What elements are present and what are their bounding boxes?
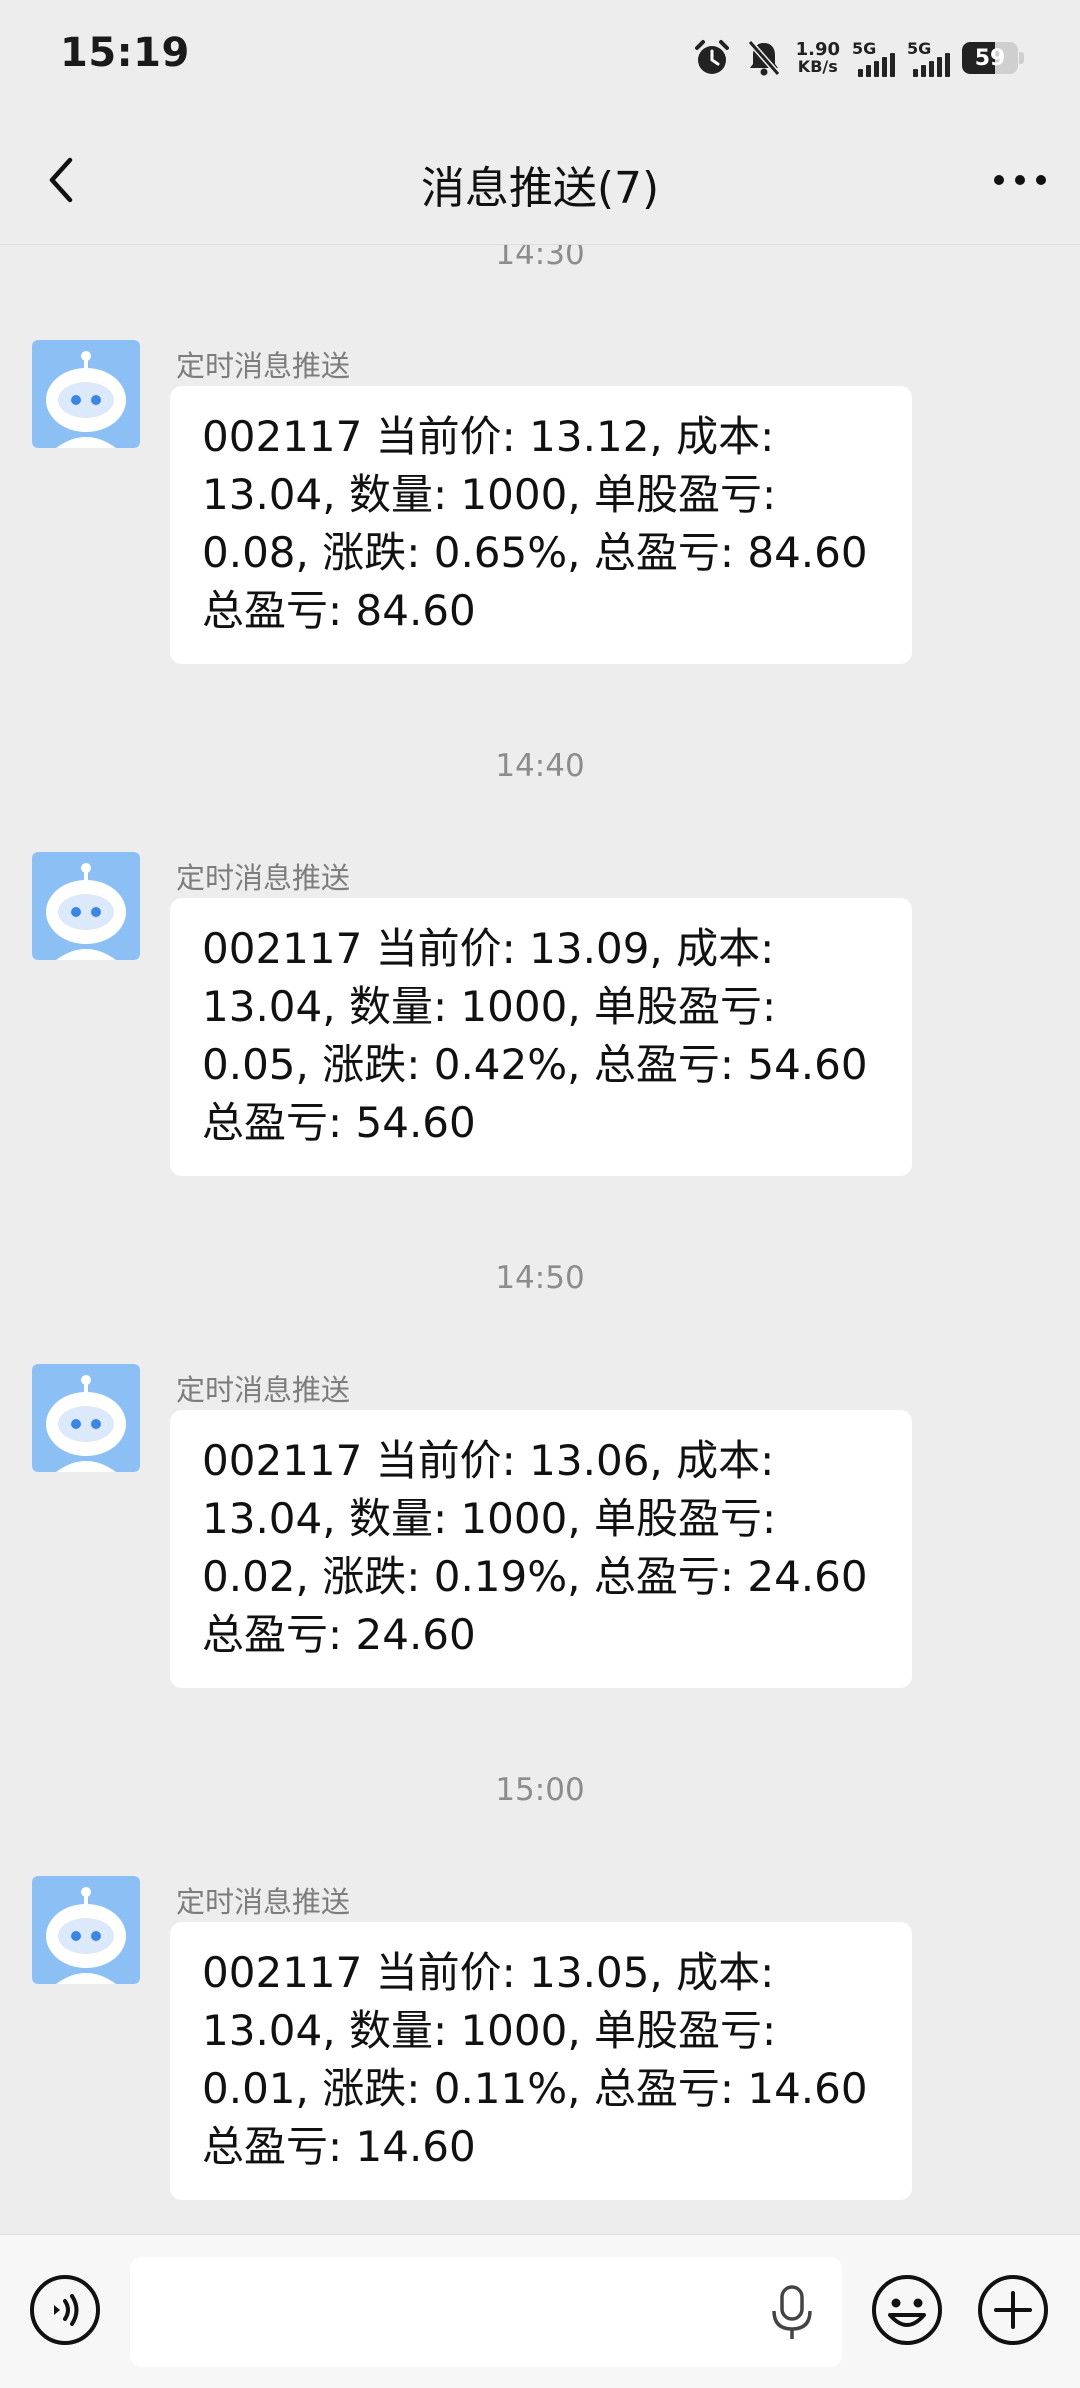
message-input[interactable] <box>130 2257 842 2367</box>
mic-icon[interactable] <box>770 2285 814 2341</box>
input-bar <box>0 2234 1080 2388</box>
sim2-label: 5G <box>907 39 932 58</box>
message-timestamp: 14:40 <box>495 748 585 784</box>
message-bubble[interactable]: 002117 当前价: 13.06, 成本: 13.04, 数量: 1000, … <box>170 1410 912 1688</box>
sender-name: 定时消息推送 <box>176 1885 351 1919</box>
bell-muted-icon <box>747 40 780 76</box>
message-bubble[interactable]: 002117 当前价: 13.12, 成本: 13.04, 数量: 1000, … <box>170 386 912 664</box>
message-list[interactable]: 14:30 定时消息推送 002117 当前价: 13.12, 成本: 13.0… <box>0 245 1080 2235</box>
status-time: 15:19 <box>60 30 190 76</box>
net-speed-unit: KB/s <box>797 57 838 76</box>
avatar[interactable] <box>32 1364 140 1472</box>
status-icons: 1.90 KB/s 5G 5G 59 <box>692 34 1024 82</box>
alarm-icon <box>694 40 729 74</box>
bot-avatar-icon <box>32 1876 140 1984</box>
emoji-button[interactable] <box>870 2273 944 2347</box>
message-bubble[interactable]: 002117 当前价: 13.05, 成本: 13.04, 数量: 1000, … <box>170 1922 912 2200</box>
voice-icon <box>30 2275 100 2345</box>
emoji-icon <box>872 2275 942 2345</box>
message-bubble[interactable]: 002117 当前价: 13.09, 成本: 13.04, 数量: 1000, … <box>170 898 912 1176</box>
sim1-label: 5G <box>852 39 877 58</box>
more-icon <box>994 175 1046 185</box>
avatar[interactable] <box>32 852 140 960</box>
status-bar: 15:19 1.90 KB/s 5G 5G 59 <box>0 0 1080 118</box>
plus-icon <box>978 2275 1048 2345</box>
sender-name: 定时消息推送 <box>176 349 351 383</box>
avatar[interactable] <box>32 1876 140 1984</box>
sender-name: 定时消息推送 <box>176 1373 351 1407</box>
avatar[interactable] <box>32 340 140 448</box>
voice-button[interactable] <box>28 2273 102 2347</box>
battery-icon: 59 <box>962 42 1024 74</box>
bot-avatar-icon <box>32 1364 140 1472</box>
page-title: 消息推送(7) <box>420 163 660 214</box>
plus-button[interactable] <box>976 2273 1050 2347</box>
sim2-signal: 5G <box>907 39 950 77</box>
nav-bar: 消息推送(7) <box>0 118 1080 245</box>
net-speed: 1.90 KB/s <box>796 41 840 75</box>
message-timestamp: 14:30 <box>495 245 585 272</box>
message-timestamp: 15:00 <box>495 1772 585 1808</box>
more-button[interactable] <box>984 148 1056 212</box>
message-timestamp: 14:50 <box>495 1260 585 1296</box>
bot-avatar-icon <box>32 852 140 960</box>
sender-name: 定时消息推送 <box>176 861 351 895</box>
bot-avatar-icon <box>32 340 140 448</box>
sim1-signal: 5G <box>852 39 895 77</box>
battery-level: 59 <box>974 45 1006 71</box>
